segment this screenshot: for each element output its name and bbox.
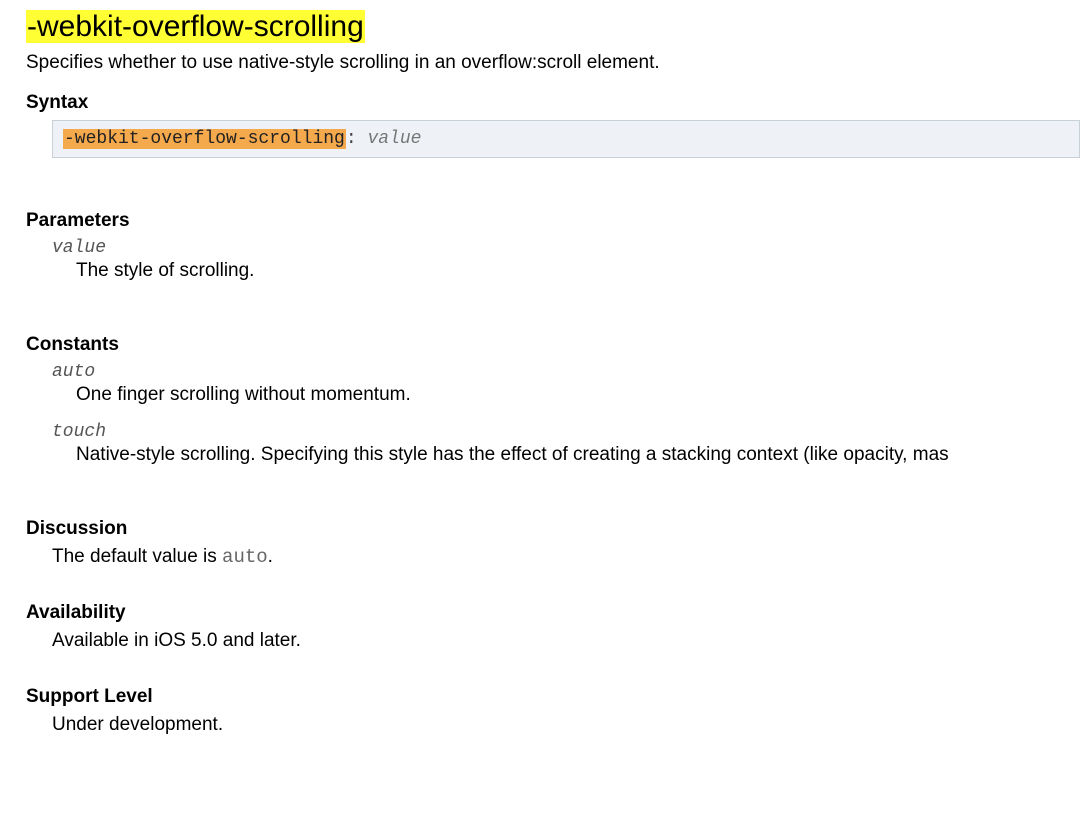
param-desc: The style of scrolling. bbox=[76, 260, 1080, 282]
const-name: auto bbox=[52, 362, 1080, 382]
availability-heading: Availability bbox=[26, 602, 1080, 624]
param-name: value bbox=[52, 238, 1080, 258]
support-level-heading: Support Level bbox=[26, 686, 1080, 708]
syntax-heading: Syntax bbox=[26, 92, 1080, 114]
constants-heading: Constants bbox=[26, 334, 1080, 356]
availability-text: Available in iOS 5.0 and later. bbox=[52, 630, 1080, 652]
support-level-text: Under development. bbox=[52, 714, 1080, 736]
const-name: touch bbox=[52, 422, 1080, 442]
page-title: -webkit-overflow-scrolling bbox=[26, 10, 1080, 44]
summary-text: Specifies whether to use native-style sc… bbox=[26, 52, 1080, 74]
discussion-suffix: . bbox=[268, 546, 273, 567]
param-item: value The style of scrolling. bbox=[52, 238, 1080, 282]
title-highlight: -webkit-overflow-scrolling bbox=[26, 10, 365, 43]
syntax-box: -webkit-overflow-scrolling: value bbox=[52, 120, 1080, 158]
const-desc: One finger scrolling without momentum. bbox=[76, 384, 1080, 406]
discussion-heading: Discussion bbox=[26, 518, 1080, 540]
const-item-touch: touch Native-style scrolling. Specifying… bbox=[52, 422, 1080, 466]
discussion-text: The default value is auto. bbox=[52, 546, 1080, 568]
parameters-heading: Parameters bbox=[26, 210, 1080, 232]
syntax-value-placeholder: value bbox=[367, 129, 421, 149]
const-item-auto: auto One finger scrolling without moment… bbox=[52, 362, 1080, 406]
discussion-prefix: The default value is bbox=[52, 546, 222, 567]
syntax-separator: : bbox=[346, 129, 368, 149]
discussion-code: auto bbox=[222, 546, 268, 568]
syntax-property: -webkit-overflow-scrolling bbox=[63, 129, 346, 149]
const-desc: Native-style scrolling. Specifying this … bbox=[76, 444, 1080, 466]
